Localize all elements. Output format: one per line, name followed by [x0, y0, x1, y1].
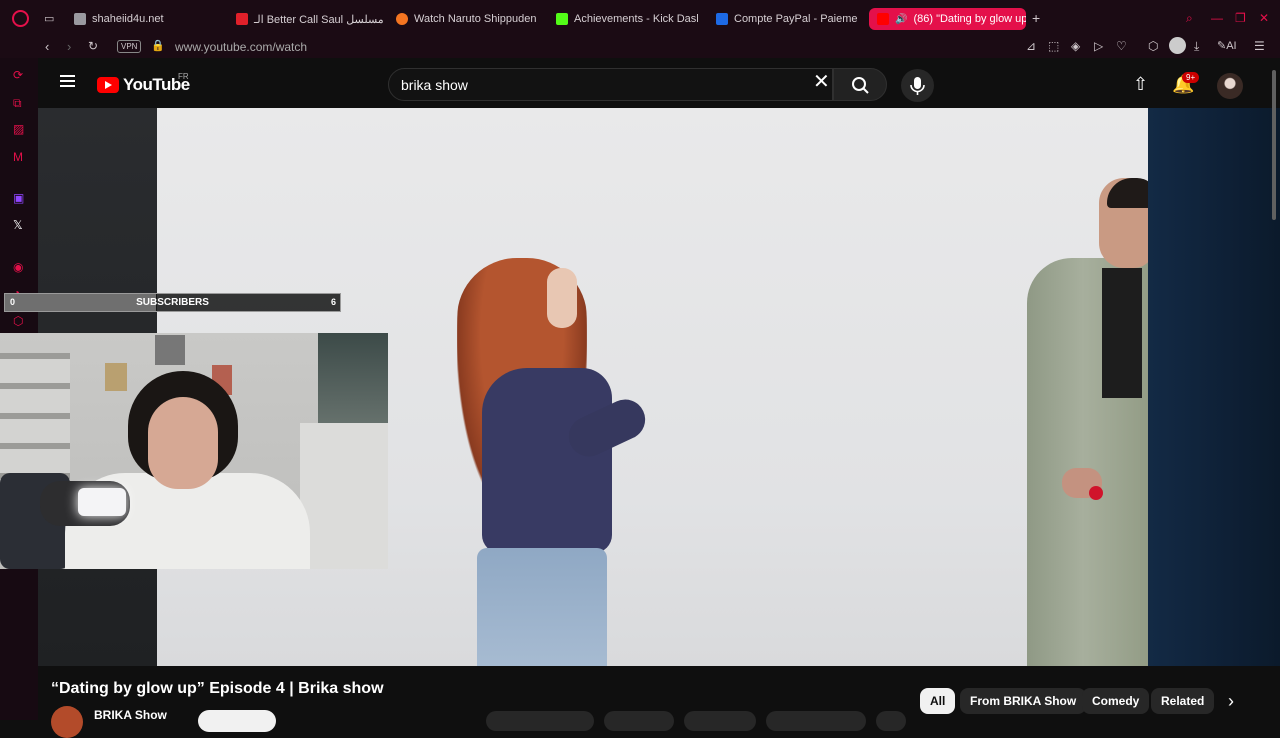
player-icon[interactable]: ◉: [13, 260, 23, 274]
speaker-icon[interactable]: 🔊: [895, 14, 907, 25]
easy-setup-icon[interactable]: ☰: [1254, 39, 1265, 53]
facecam-poster: [105, 363, 127, 391]
heart-icon[interactable]: ♡: [1116, 39, 1127, 53]
maximize-icon[interactable]: ❐: [1235, 11, 1246, 25]
microphone-icon: [910, 77, 925, 95]
forward-icon[interactable]: ›: [67, 39, 71, 54]
site-favicon-icon: [236, 13, 248, 25]
share-button[interactable]: [604, 711, 674, 731]
streamer-facecam: [0, 333, 388, 569]
woman-jeans: [477, 548, 607, 666]
url-field[interactable]: www.youtube.com/watch: [175, 40, 307, 54]
notifications-badge: 9+: [1182, 72, 1200, 83]
vpn-badge[interactable]: VPN: [117, 40, 142, 53]
bookmark-icon[interactable]: ⊿: [1026, 39, 1036, 53]
chip-all[interactable]: All: [920, 688, 956, 714]
search-input[interactable]: [401, 77, 801, 93]
player-letterbox-right: [1148, 108, 1280, 666]
man-shirt: [1102, 268, 1142, 398]
tab-label: الـ Better Call Saul مسلسل: [254, 13, 384, 26]
tab-label: Watch Naruto Shippuden: [414, 13, 537, 25]
snapshot-icon[interactable]: ⬚: [1048, 39, 1059, 53]
red-object: [1089, 486, 1103, 500]
facecam-window: [318, 333, 388, 433]
gmail-icon[interactable]: M: [13, 150, 23, 164]
tab-label: (86) "Dating by glow up": [913, 13, 1026, 25]
aria-ai-button[interactable]: ✎AI: [1217, 39, 1237, 52]
save-button[interactable]: [684, 711, 756, 731]
opera-logo-icon[interactable]: [12, 10, 29, 27]
download-icon[interactable]: ⤓: [1194, 39, 1199, 54]
facecam-photo: [155, 335, 185, 365]
shield-icon[interactable]: ◈: [1071, 39, 1080, 53]
create-upload-icon[interactable]: ⇧: [1133, 74, 1148, 95]
tab-label: Achievements - Kick Dash: [574, 13, 698, 25]
ai-label: AI: [1226, 40, 1237, 52]
messenger-icon[interactable]: ▨: [13, 122, 24, 136]
subscribe-button[interactable]: [198, 710, 276, 732]
voice-search-button[interactable]: [901, 69, 934, 102]
play-icon[interactable]: ▷: [1094, 39, 1103, 53]
lock-icon[interactable]: 🔒: [151, 39, 165, 52]
minimize-icon[interactable]: —: [1211, 11, 1223, 25]
channel-avatar[interactable]: [51, 706, 83, 738]
extensions-icon[interactable]: ⬡: [1148, 39, 1158, 53]
chip-related[interactable]: Related: [1151, 688, 1215, 714]
workspaces-icon[interactable]: ⧉: [13, 96, 22, 111]
goal-max: 6: [330, 297, 336, 307]
search-tabs-icon[interactable]: ⌕: [1186, 11, 1193, 26]
search-button[interactable]: [833, 68, 887, 101]
video-title: “Dating by glow up” Episode 4 | Brika sh…: [51, 680, 384, 697]
profile-avatar[interactable]: [1169, 37, 1186, 54]
close-window-icon[interactable]: ✕: [1259, 11, 1269, 25]
aria-icon[interactable]: ⟳: [13, 68, 23, 82]
tab-kick-achievements[interactable]: Achievements - Kick Dash: [556, 8, 698, 30]
clear-search-icon[interactable]: ✕: [813, 72, 830, 92]
youtube-header: YouTube FR ✕ ⇧ 🔔 9+: [38, 58, 1280, 108]
twitch-icon[interactable]: ▣: [13, 191, 24, 205]
hamburger-menu-icon[interactable]: [60, 75, 75, 87]
new-tab-button[interactable]: +: [1032, 10, 1040, 26]
facecam-ring-light: [78, 488, 126, 516]
tab-shaheiid[interactable]: shaheiid4u.net: [74, 8, 224, 30]
youtube-logo-icon[interactable]: [97, 77, 119, 93]
tab-better-call-saul[interactable]: الـ Better Call Saul مسلسل: [236, 8, 386, 30]
x-twitter-icon[interactable]: 𝕏: [13, 218, 23, 232]
video-info: “Dating by glow up” Episode 4 | Brika sh…: [38, 666, 1280, 738]
tab-paypal[interactable]: Compte PayPal - Paiement: [716, 8, 858, 30]
youtube-favicon-icon: [877, 13, 889, 25]
tab-label: Compte PayPal - Paiement: [734, 13, 858, 25]
more-actions-button[interactable]: [876, 711, 906, 731]
facecam-door: [300, 423, 388, 569]
goal-label: SUBSCRIBERS: [136, 297, 209, 308]
facecam-face: [148, 397, 218, 489]
tab-naruto[interactable]: Watch Naruto Shippuden: [396, 8, 538, 30]
browser-tab-strip: ▭ shaheiid4u.net الـ Better Call Saul مس…: [0, 0, 1280, 36]
chip-from-channel[interactable]: From BRIKA Show: [960, 688, 1087, 714]
region-code: FR: [178, 72, 189, 81]
download-button[interactable]: [766, 711, 866, 731]
woman-face: [547, 268, 577, 328]
tab-label: shaheiid4u.net: [92, 13, 164, 25]
crunchyroll-icon: [396, 13, 408, 25]
address-bar: ‹ › ↻ VPN 🔒 www.youtube.com/watch ⊿ ⬚ ◈ …: [0, 36, 1280, 58]
reload-icon[interactable]: ↻: [88, 39, 98, 53]
kick-icon: [556, 13, 568, 25]
tab-youtube-active[interactable]: 🔊 (86) "Dating by glow up": [869, 8, 1026, 30]
woman-top: [482, 368, 612, 553]
page-scrollbar[interactable]: [1272, 70, 1276, 220]
chevron-right-icon[interactable]: ›: [1228, 691, 1234, 712]
search-box[interactable]: [388, 68, 833, 101]
chip-comedy[interactable]: Comedy: [1082, 688, 1150, 714]
back-icon[interactable]: ‹: [45, 39, 49, 54]
page-icon: [74, 13, 86, 25]
tab-menu-icon[interactable]: ▭: [44, 12, 54, 25]
like-dislike-button[interactable]: [486, 711, 594, 731]
paypal-icon: [716, 13, 728, 25]
extensions-icon[interactable]: ⬡: [13, 314, 23, 328]
subscriber-goal-bar: 0 SUBSCRIBERS 6: [4, 293, 341, 312]
search-icon: [852, 77, 869, 94]
account-avatar[interactable]: [1217, 73, 1243, 99]
